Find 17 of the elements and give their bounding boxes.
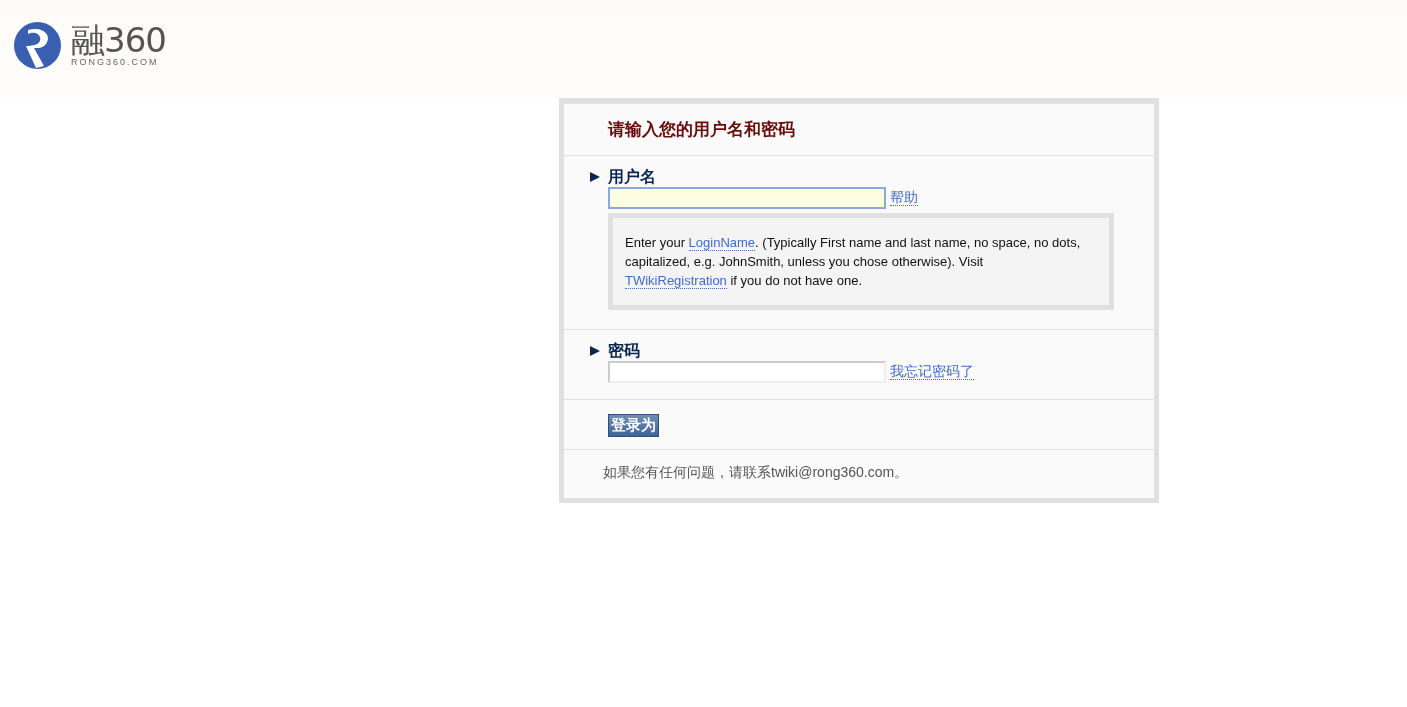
wiki-link[interactable]: LoginName bbox=[688, 235, 756, 251]
field-label: 用户名 bbox=[608, 166, 656, 187]
forgot-password-link[interactable]: 我忘记密码了 bbox=[890, 364, 974, 380]
wiki-link[interactable]: TWikiRegistration bbox=[625, 273, 727, 289]
arrow-icon bbox=[590, 172, 600, 182]
field-label: 密码 bbox=[608, 340, 640, 361]
help-link[interactable]: 帮助 bbox=[890, 190, 918, 206]
contact-text: 如果您有任何问题，请联系twiki@rong360.com。 bbox=[603, 464, 909, 480]
username-field[interactable] bbox=[608, 187, 886, 209]
logo-name: 融360 bbox=[71, 23, 166, 57]
arrow-icon bbox=[590, 346, 600, 356]
help-text: Enter your LoginName. (Typically First name and last name, no space, no dots, capitalized, e.g. JohnSmith, unless you chose otherwise). Visit TWikiRegistration if you do not have one. bbox=[608, 213, 1114, 310]
logo-icon bbox=[14, 22, 61, 69]
login-button[interactable]: 登录为 bbox=[608, 414, 659, 437]
logo-domain: RONG360.COM bbox=[71, 57, 160, 68]
form-title: 请输入您的用户名和密码 bbox=[608, 119, 796, 141]
password-field[interactable] bbox=[608, 361, 886, 383]
